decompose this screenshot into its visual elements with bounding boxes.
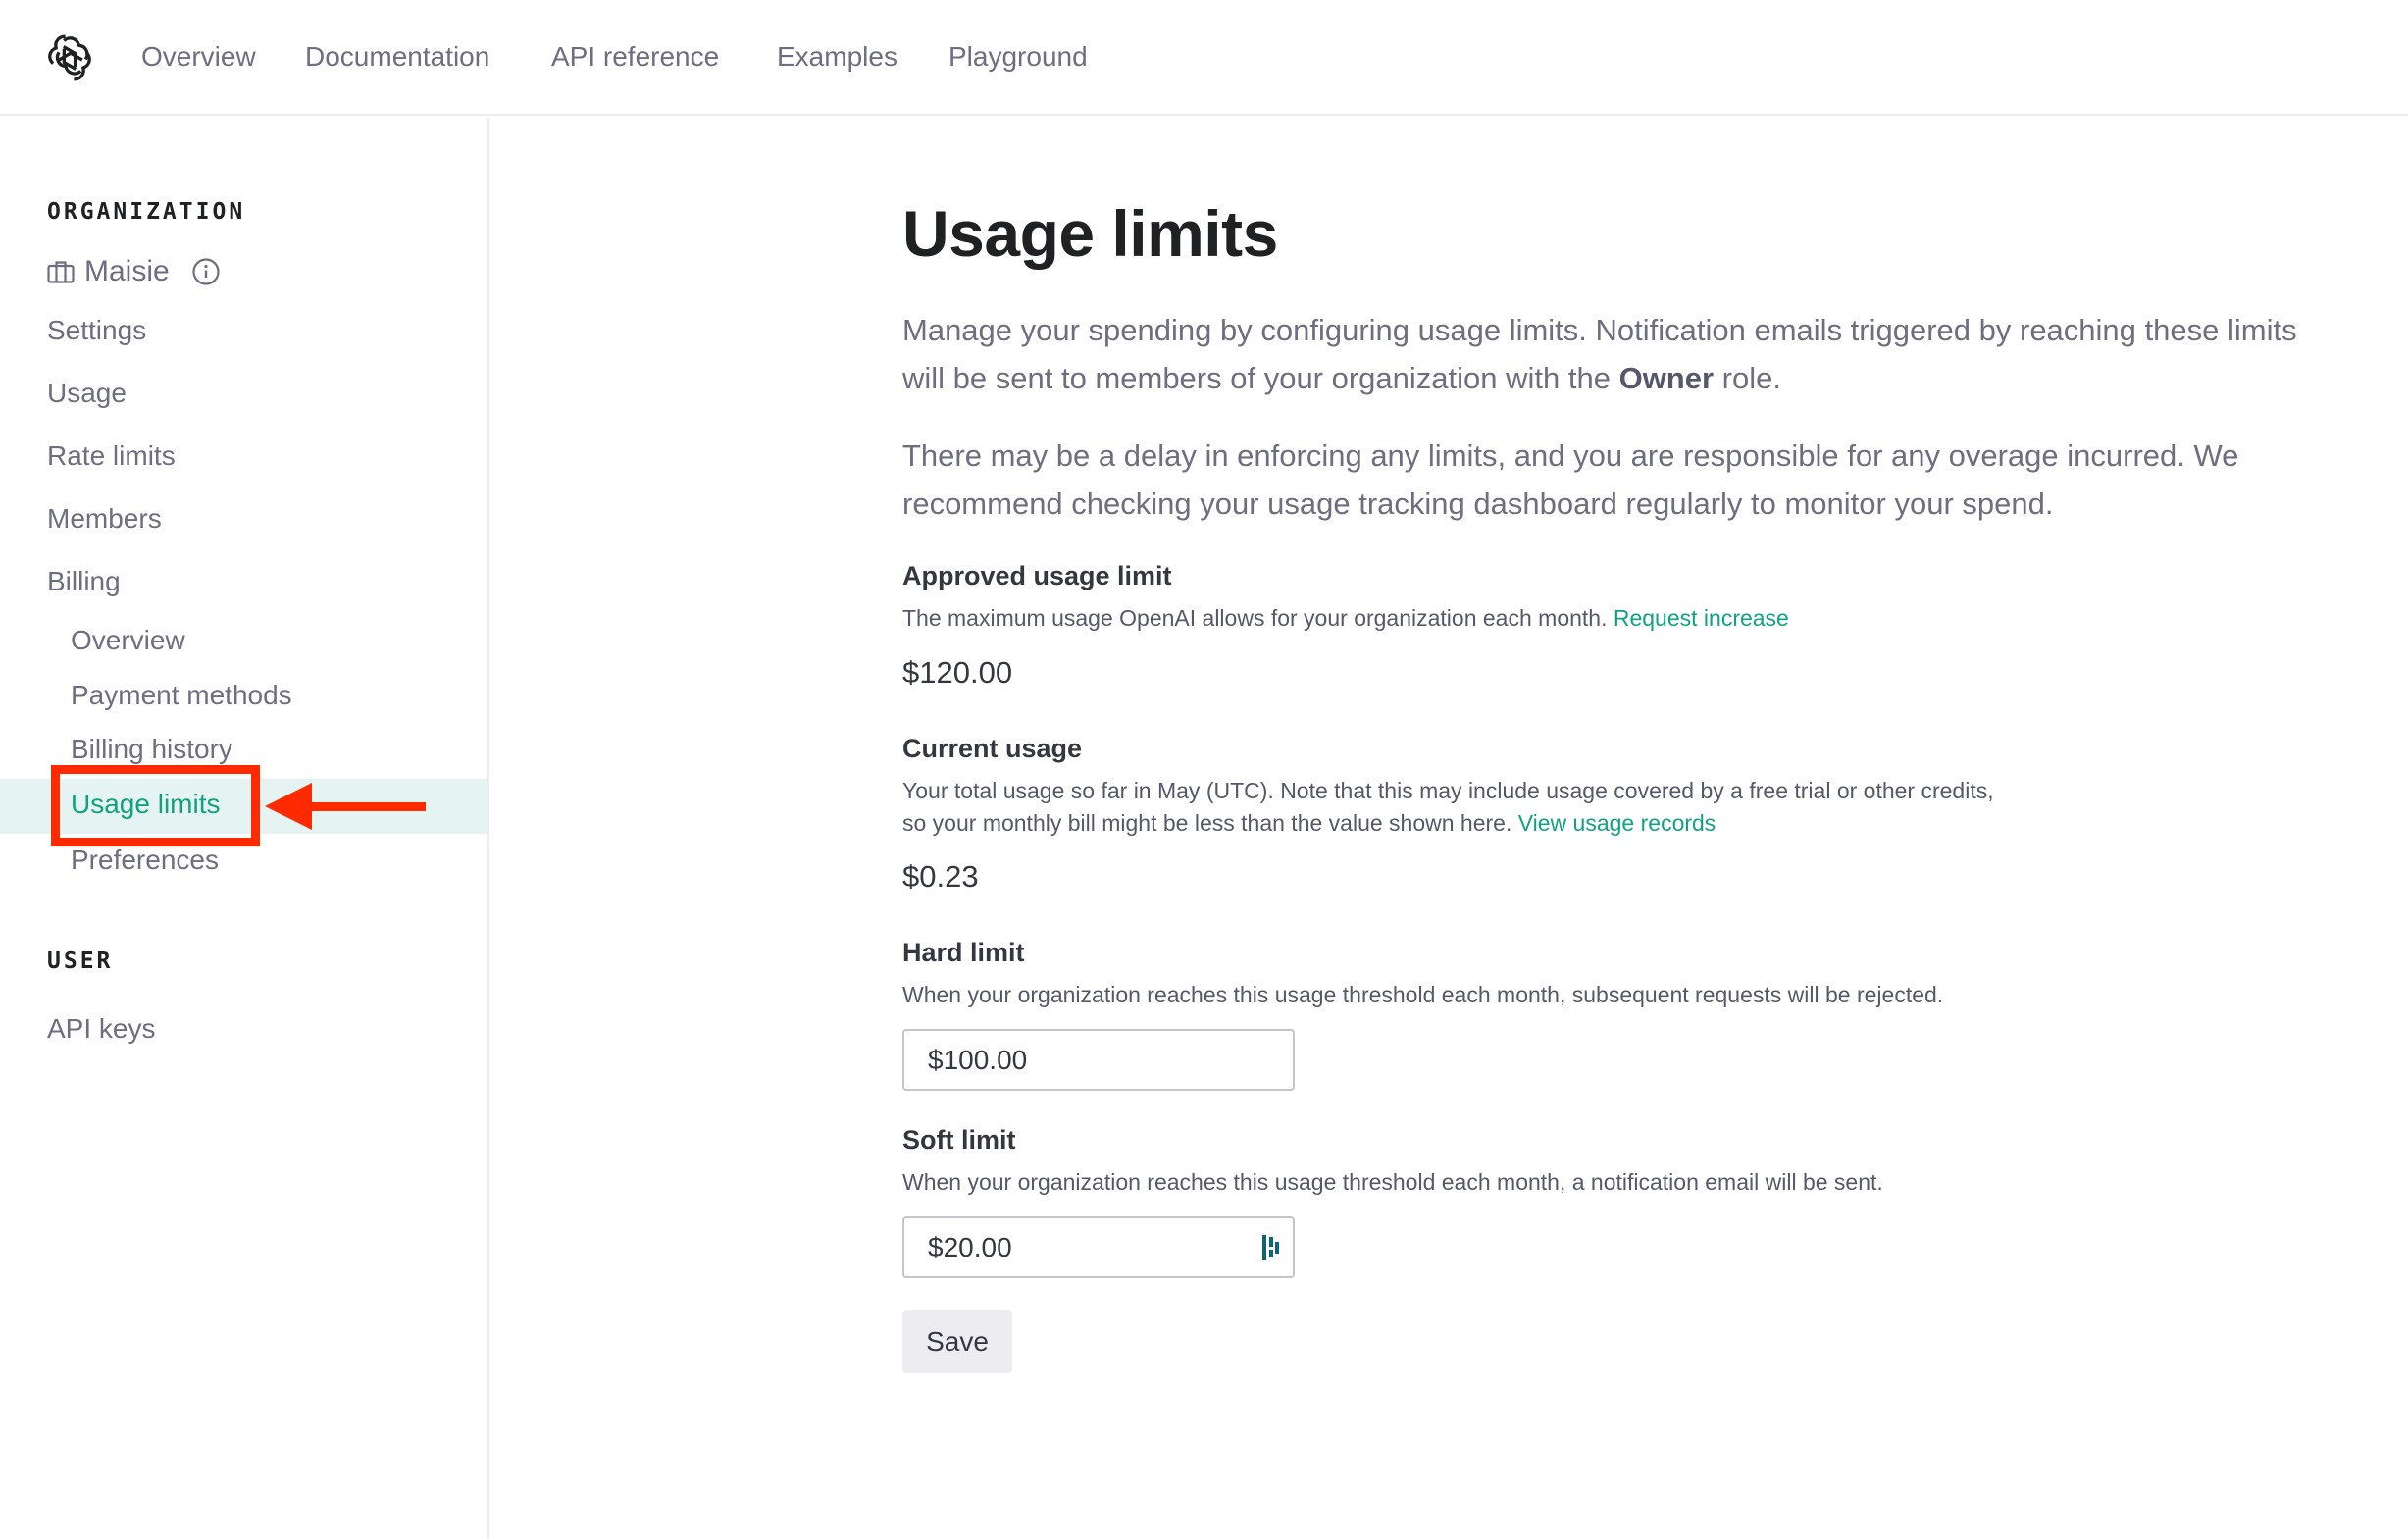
briefcase-icon — [47, 261, 75, 283]
approved-desc-text: The maximum usage OpenAI allows for your… — [902, 605, 1614, 631]
annotation-highlight-box — [51, 765, 260, 846]
intro-paragraph-delay: There may be a delay in enforcing any li… — [902, 438, 2239, 521]
top-navigation-bar: Overview Documentation API reference Exa… — [0, 0, 2408, 116]
approved-usage-limit-label: Approved usage limit — [902, 561, 1172, 590]
hard-limit-label: Hard limit — [902, 938, 1025, 967]
current-usage-desc-line2: so your monthly bill might be less than … — [902, 807, 1994, 840]
sidebar-item-billing-overview[interactable]: Overview — [71, 623, 185, 658]
sidebar-item-api-keys[interactable]: API keys — [47, 1011, 155, 1047]
approved-usage-limit-description: The maximum usage OpenAI allows for your… — [902, 602, 1789, 635]
sidebar-item-billing[interactable]: Billing — [47, 564, 121, 599]
nav-overview[interactable]: Overview — [141, 39, 256, 75]
current-usage-label: Current usage — [902, 734, 1083, 763]
sidebar: ORGANIZATION Maisie Settings Usage Rate … — [0, 118, 489, 1539]
soft-limit-label: Soft limit — [902, 1125, 1016, 1154]
annotation-arrow-icon — [265, 783, 426, 830]
hard-limit-input[interactable] — [902, 1029, 1295, 1091]
info-icon[interactable] — [191, 257, 221, 286]
current-usage-desc-line1: Your total usage so far in May (UTC). No… — [902, 778, 1994, 803]
password-manager-icon[interactable] — [1260, 1234, 1282, 1261]
request-increase-link[interactable]: Request increase — [1614, 605, 1789, 631]
intro-paragraph-owner: Manage your spending by configuring usag… — [902, 306, 2344, 402]
soft-limit-description: When your organization reaches this usag… — [902, 1169, 1883, 1195]
hard-limit-description: When your organization reaches this usag… — [902, 982, 1944, 1007]
soft-limit-field — [902, 1216, 1295, 1278]
nav-documentation[interactable]: Documentation — [305, 39, 489, 75]
current-usage-value: $0.23 — [902, 859, 979, 894]
sidebar-item-preferences[interactable]: Preferences — [71, 843, 219, 878]
organization-name: Maisie — [84, 255, 170, 287]
save-button[interactable]: Save — [902, 1310, 1012, 1373]
user-section-title: USER — [47, 949, 114, 974]
soft-limit-input[interactable] — [902, 1216, 1295, 1278]
nav-examples[interactable]: Examples — [777, 39, 897, 75]
sidebar-item-payment-methods[interactable]: Payment methods — [71, 678, 292, 713]
current-desc-text: so your monthly bill might be less than … — [902, 810, 1518, 836]
view-usage-records-link[interactable]: View usage records — [1518, 810, 1716, 836]
page-title: Usage limits — [902, 197, 1278, 270]
openai-logo-icon[interactable] — [45, 33, 94, 82]
nav-playground[interactable]: Playground — [948, 39, 1088, 75]
approved-usage-limit-value: $120.00 — [902, 655, 1013, 690]
sidebar-item-rate-limits[interactable]: Rate limits — [47, 438, 176, 474]
sidebar-item-members[interactable]: Members — [47, 501, 162, 537]
intro-text-end: role. — [1714, 361, 1781, 395]
sidebar-item-usage[interactable]: Usage — [47, 376, 127, 411]
organization-section-title: ORGANIZATION — [47, 199, 246, 225]
current-usage-description: Your total usage so far in May (UTC). No… — [902, 775, 1994, 840]
nav-api-reference[interactable]: API reference — [551, 39, 719, 75]
organization-selector[interactable]: Maisie — [47, 254, 221, 289]
intro-text: Manage your spending by configuring usag… — [902, 313, 2297, 395]
owner-role-text: Owner — [1618, 361, 1715, 395]
sidebar-item-billing-history[interactable]: Billing history — [71, 732, 232, 767]
sidebar-item-settings[interactable]: Settings — [47, 313, 146, 348]
